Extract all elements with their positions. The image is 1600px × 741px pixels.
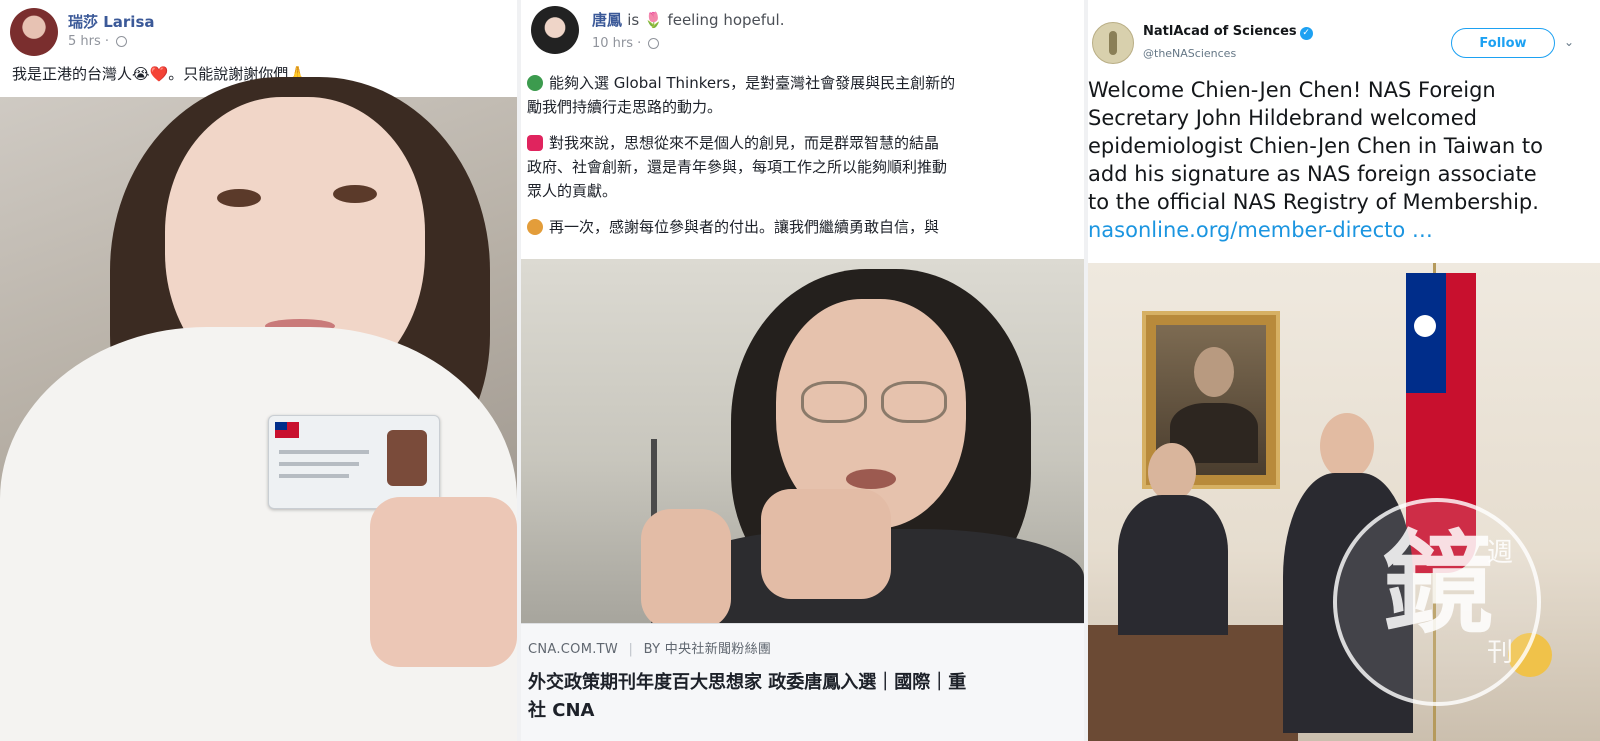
nas-avatar[interactable] bbox=[1092, 22, 1134, 64]
tweet-link[interactable]: nasonline.org/member-directo … bbox=[1088, 216, 1600, 244]
post-time[interactable]: 5 hrs bbox=[68, 34, 101, 49]
facebook-post-larisa: 瑞莎 Larisa 5 hrs · 我是正港的台灣人😭❤️。只能說謝謝你們🙏 bbox=[0, 0, 517, 741]
post-time[interactable]: 10 hrs bbox=[592, 36, 633, 51]
hearts-emoji-icon bbox=[527, 135, 543, 151]
left-hand-shape bbox=[641, 509, 731, 629]
chevron-down-icon[interactable]: ⌄ bbox=[1564, 35, 1574, 49]
post-paragraph-2c: 眾人的貢獻。 bbox=[527, 182, 618, 200]
link-title-2[interactable]: 社 CNA bbox=[528, 696, 594, 722]
profile-avatar[interactable] bbox=[531, 6, 579, 54]
account-handle[interactable]: @theNASciences bbox=[1143, 47, 1236, 60]
post-paragraph-2b: 政府、社會創新，還是青年參與，每項工作之所以能夠順利推動 bbox=[527, 158, 948, 176]
link-domain: CNA.COM.TW bbox=[528, 642, 619, 657]
link-domain-line: CNA.COM.TW | BY 中央社新聞粉絲團 bbox=[528, 638, 771, 657]
author-name[interactable]: 唐鳳 bbox=[592, 11, 622, 29]
link-preview-photo[interactable] bbox=[521, 259, 1084, 649]
author-line: 唐鳳 is 🌷 feeling hopeful. bbox=[592, 9, 784, 30]
profile-avatar[interactable] bbox=[10, 8, 58, 56]
tweet-nas: NatlAcad of Sciences ✓ @theNASciences Fol… bbox=[1088, 0, 1600, 741]
person-left-suit bbox=[1118, 495, 1228, 635]
signing-table bbox=[1088, 625, 1298, 741]
feeling-text: is 🌷 feeling hopeful. bbox=[627, 11, 785, 29]
ceremony-photo[interactable] bbox=[1088, 263, 1600, 741]
id-card bbox=[268, 415, 440, 509]
right-hand-shape bbox=[761, 489, 891, 599]
globe-emoji-icon bbox=[527, 75, 543, 91]
link-title[interactable]: 外交政策期刊年度百大思想家 政委唐鳳入選｜國際｜重 bbox=[528, 668, 966, 694]
account-name[interactable]: NatlAcad of Sciences ✓ bbox=[1143, 24, 1313, 40]
link-byline: BY 中央社新聞粉絲團 bbox=[643, 642, 772, 657]
author-name[interactable]: 瑞莎 Larisa bbox=[68, 11, 155, 32]
follow-button[interactable]: Follow bbox=[1451, 28, 1555, 58]
hand-shape bbox=[370, 497, 517, 667]
post-paragraph-1b: 勵我們持續行走思路的動力。 bbox=[527, 98, 723, 116]
globe-icon bbox=[648, 38, 660, 49]
link-preview[interactable]: CNA.COM.TW | BY 中央社新聞粉絲團 外交政策期刊年度百大思想家 政… bbox=[521, 623, 1084, 741]
separator: | bbox=[628, 642, 634, 657]
magazine-watermark-logo: 鏡 週 刊 bbox=[1333, 498, 1541, 706]
tweet-text: Welcome Chien-Jen Chen! NAS Foreign Secr… bbox=[1088, 76, 1600, 244]
globe-icon bbox=[116, 36, 128, 47]
post-paragraph-3: 再一次，感謝每位參與者的付出。讓我們繼續勇敢自信，與 bbox=[527, 215, 939, 239]
post-paragraph-1: 能夠入選 Global Thinkers，是對臺灣社會發展與民主創新的 bbox=[527, 71, 955, 95]
person-right-head bbox=[1320, 413, 1374, 479]
verified-badge-icon: ✓ bbox=[1299, 27, 1313, 40]
palette-emoji-icon bbox=[527, 219, 543, 235]
selfie-photo[interactable] bbox=[0, 77, 517, 741]
post-meta: 10 hrs · bbox=[592, 36, 660, 51]
post-meta: 5 hrs · bbox=[68, 34, 128, 49]
post-paragraph-2: 對我來說，思想從來不是個人的創見，而是群眾智慧的結晶 bbox=[527, 131, 939, 155]
facebook-post-audrey: 唐鳳 is 🌷 feeling hopeful. 10 hrs · 能夠入選 G… bbox=[521, 0, 1084, 741]
person-left-head bbox=[1148, 443, 1196, 501]
